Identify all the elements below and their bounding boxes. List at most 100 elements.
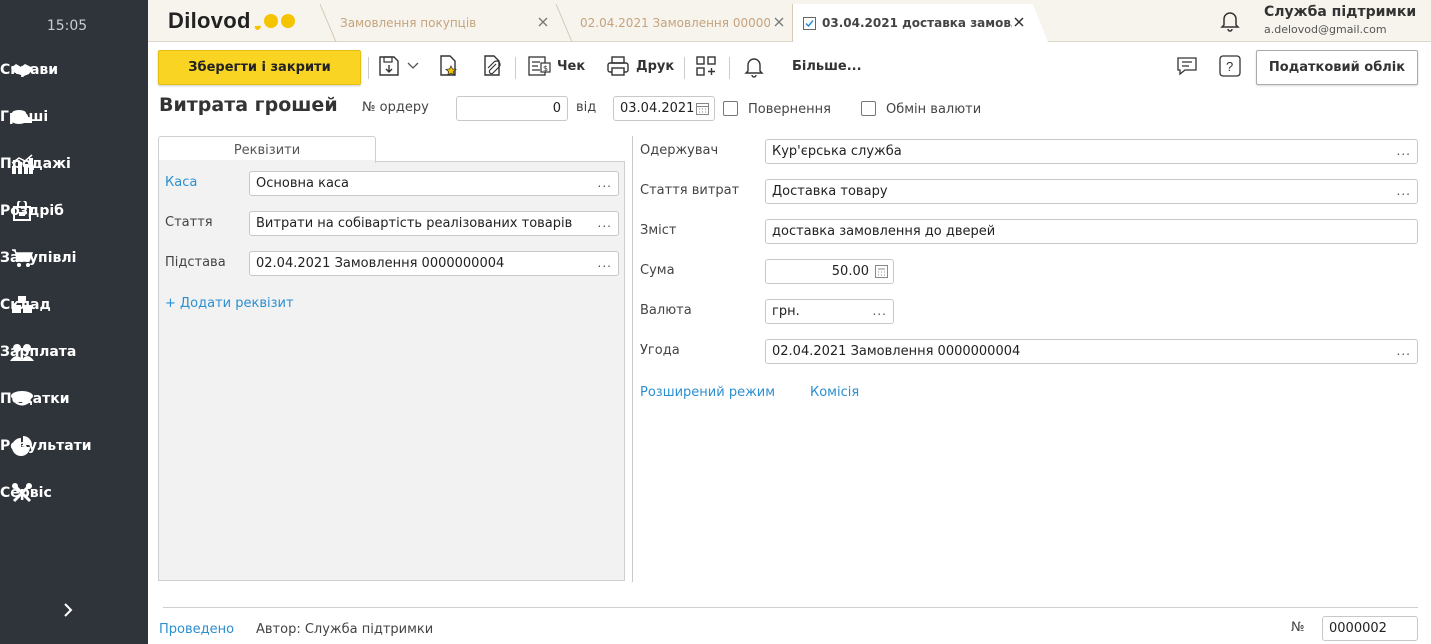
tab-purchase-orders[interactable]: Замовлення покупців: [320, 4, 558, 42]
panel-divider: [632, 136, 633, 582]
bell-icon[interactable]: [1218, 8, 1242, 32]
date-from-label: від: [576, 100, 597, 115]
article-field[interactable]: Витрати на собівартість реалізованих тов…: [249, 211, 619, 236]
author-text: Автор: Служба підтримки: [256, 622, 434, 637]
help-icon[interactable]: ?: [1216, 52, 1244, 80]
logo[interactable]: Dilovod: [168, 8, 295, 34]
receipt-icon[interactable]: $: [525, 52, 553, 80]
sidebar-item-label: Справи: [0, 62, 59, 78]
agreement-field[interactable]: 02.04.2021 Замовлення 0000000004 ...: [765, 339, 1418, 364]
more-dots-icon[interactable]: ...: [598, 176, 612, 190]
more-dots-icon[interactable]: ...: [598, 216, 612, 230]
cash-field[interactable]: Основна каса ...: [249, 171, 619, 196]
sidebar-item-label: Продажі: [0, 156, 71, 172]
sum-label: Сума: [640, 263, 675, 278]
more-dots-icon[interactable]: ...: [1397, 184, 1411, 198]
cash-label-link[interactable]: Каса: [165, 175, 197, 190]
agreement-label: Угода: [640, 343, 680, 358]
basis-field[interactable]: 02.04.2021 Замовлення 0000000004 ...: [249, 251, 619, 276]
basis-label: Підстава: [165, 255, 226, 270]
svg-text:?: ?: [1226, 59, 1233, 74]
sidebar-item-label: Закупівлі: [0, 250, 77, 266]
footer-divider: [163, 607, 1418, 608]
favorite-doc-icon[interactable]: [434, 52, 462, 80]
tab-delivery-active[interactable]: 03.04.2021 доставка замовлення: [792, 4, 1048, 42]
sidebar-item-label: Зарплата: [0, 344, 77, 360]
sidebar-item-taxes[interactable]: Податки: [0, 384, 148, 414]
document-number-input[interactable]: 0000002: [1322, 616, 1418, 641]
more-dots-icon[interactable]: ...: [1397, 144, 1411, 158]
save-and-close-button[interactable]: Зберегти і закрити: [158, 50, 361, 85]
document-number-label: №: [1291, 620, 1305, 635]
page-title: Витрата грошей: [159, 94, 338, 116]
printer-icon[interactable]: [604, 52, 632, 80]
close-icon[interactable]: [772, 15, 786, 29]
logo-dots-icon: [254, 14, 295, 30]
more-dots-icon[interactable]: ...: [873, 304, 887, 318]
return-checkbox[interactable]: [723, 101, 738, 116]
expense-article-field[interactable]: Доставка товару ...: [765, 179, 1418, 204]
currency-exchange-label: Обмін валюти: [886, 102, 982, 117]
sidebar-item-label: Сервіс: [0, 485, 52, 501]
support-name[interactable]: Служба підтримки: [1264, 4, 1416, 20]
commission-link[interactable]: Комісія: [810, 385, 859, 400]
calendar-icon[interactable]: [696, 102, 709, 115]
checkbox-checked-icon: [803, 16, 816, 30]
sidebar-item-results[interactable]: Результати: [0, 431, 148, 461]
sidebar-item-purchases[interactable]: Закупівлі: [0, 243, 148, 273]
chat-icon[interactable]: [1173, 52, 1201, 80]
sidebar: 15:05 Справи Гроші Продажі Роздріб Закуп…: [0, 0, 148, 644]
attachment-icon[interactable]: [478, 52, 506, 80]
more-dots-icon[interactable]: ...: [598, 256, 612, 270]
sidebar-item-salary[interactable]: Зарплата: [0, 337, 148, 367]
print-button[interactable]: Друк: [636, 59, 674, 74]
sidebar-item-money[interactable]: Гроші: [0, 102, 148, 132]
support-email: a.delovod@gmail.com: [1264, 23, 1387, 36]
calculator-icon[interactable]: [875, 265, 888, 278]
tab-order-0000000004[interactable]: 02.04.2021 Замовлення 0000000004: [560, 4, 794, 42]
toolbar-divider: [368, 57, 369, 79]
add-widget-icon[interactable]: [692, 52, 720, 80]
close-icon[interactable]: [536, 15, 550, 29]
toolbar-divider: [729, 57, 730, 79]
sidebar-item-sales[interactable]: Продажі: [0, 149, 148, 179]
recipient-label: Одержувач: [640, 143, 719, 158]
return-label: Повернення: [748, 102, 831, 117]
svg-text:$: $: [543, 64, 548, 73]
posted-status-link[interactable]: Проведено: [159, 622, 234, 637]
check-button[interactable]: Чек: [557, 59, 585, 74]
sum-input[interactable]: 50.00: [765, 259, 894, 284]
toolbar-divider: [684, 57, 685, 79]
add-requisite-link[interactable]: + Додати реквізит: [165, 296, 294, 311]
sidebar-item-retail[interactable]: Роздріб: [0, 196, 148, 226]
more-button[interactable]: Більше...: [792, 59, 862, 74]
content-label: Зміст: [640, 223, 677, 238]
sidebar-item-label: Податки: [0, 391, 70, 407]
chevron-down-icon[interactable]: [403, 52, 423, 80]
toolbar-divider: [515, 57, 516, 79]
close-icon[interactable]: [1012, 15, 1026, 29]
tab-requisites[interactable]: Реквізити: [158, 136, 376, 163]
article-label: Стаття: [165, 215, 213, 230]
sidebar-item-label: Гроші: [0, 109, 49, 125]
sidebar-item-label: Роздріб: [0, 203, 64, 219]
expand-sidebar-icon[interactable]: [60, 600, 76, 620]
sidebar-item-affairs[interactable]: Справи: [0, 55, 148, 85]
recipient-field[interactable]: Кур'єрська служба ...: [765, 139, 1418, 164]
sidebar-item-service[interactable]: Сервіс: [0, 478, 148, 508]
date-input[interactable]: 03.04.2021: [613, 96, 715, 121]
order-number-label: № ордеру: [362, 100, 429, 115]
expense-article-label: Стаття витрат: [640, 183, 740, 198]
order-number-input[interactable]: 0: [456, 96, 568, 121]
sidebar-item-label: Результати: [0, 438, 92, 454]
tax-accounting-button[interactable]: Податковий облік: [1256, 50, 1418, 85]
content-input[interactable]: доставка замовлення до дверей: [765, 219, 1418, 244]
save-icon[interactable]: [375, 52, 403, 80]
currency-exchange-checkbox[interactable]: [861, 101, 876, 116]
notification-bell-icon[interactable]: [740, 52, 768, 80]
more-dots-icon[interactable]: ...: [1397, 344, 1411, 358]
extended-mode-link[interactable]: Розширений режим: [640, 385, 775, 400]
top-bar: Dilovod Замовлення покупців 02.04.2021 З…: [148, 0, 1431, 42]
currency-field[interactable]: грн. ...: [765, 299, 894, 324]
sidebar-item-warehouse[interactable]: Склад: [0, 290, 148, 320]
